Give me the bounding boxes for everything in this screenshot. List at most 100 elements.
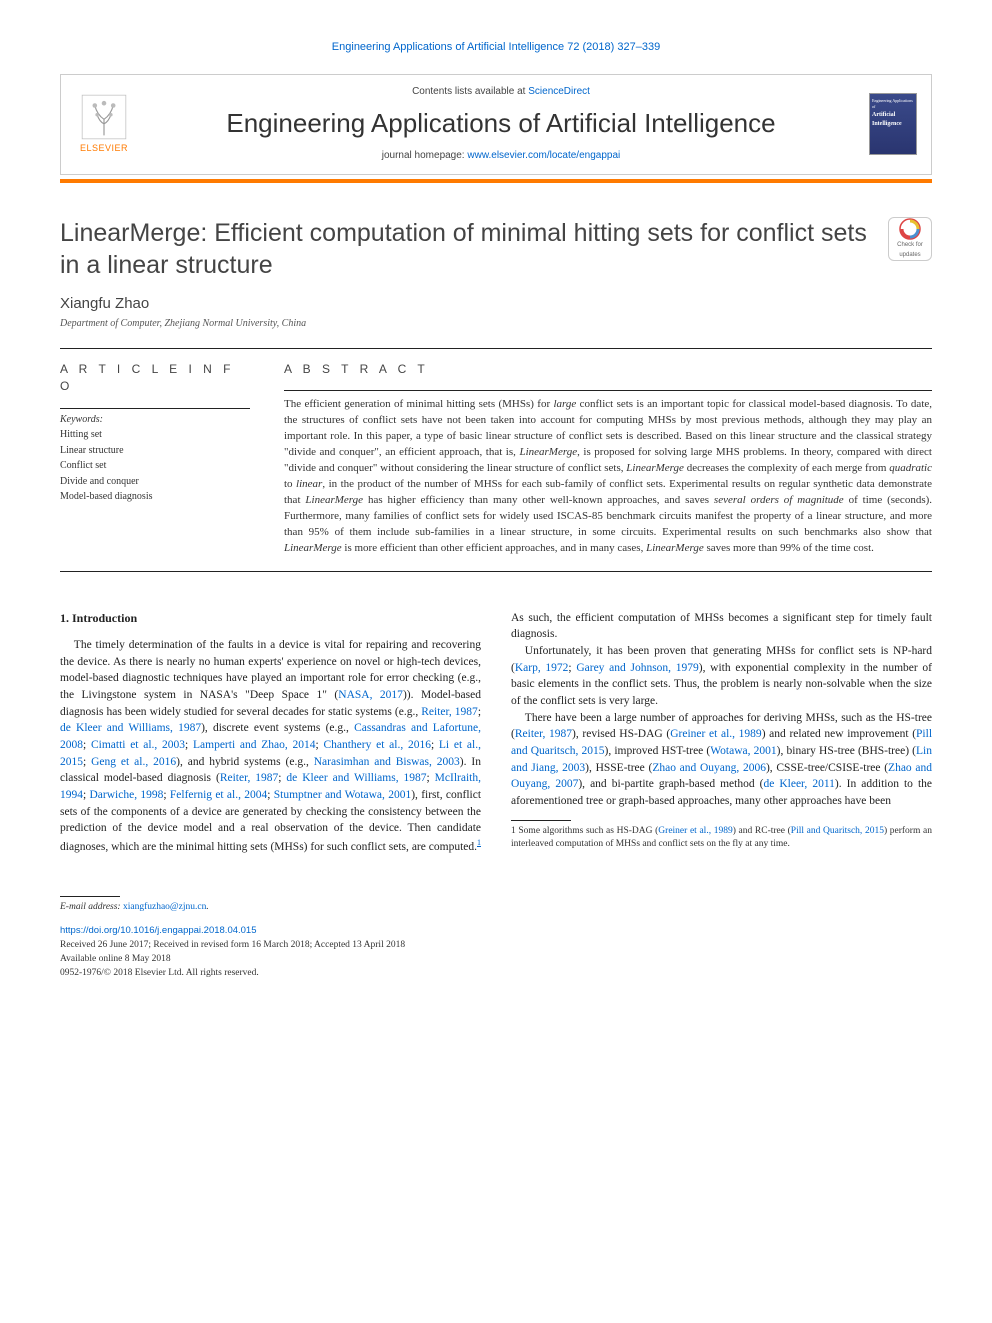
t: LinearMerge xyxy=(646,542,704,554)
journal-banner: ELSEVIER Contents lists available at Sci… xyxy=(60,74,932,175)
homepage-link[interactable]: www.elsevier.com/locate/engappai xyxy=(467,150,620,161)
citation-link[interactable]: Reiter, 1987 xyxy=(515,728,572,740)
abstract-text: The efficient generation of minimal hitt… xyxy=(284,390,932,556)
citation-link[interactable]: NASA, 2017 xyxy=(338,689,403,701)
t: ), revised HS-DAG ( xyxy=(572,728,670,740)
t: Some algorithms such as HS-DAG ( xyxy=(516,826,659,836)
keyword-item: Linear structure xyxy=(60,444,250,459)
t: ; xyxy=(83,756,91,768)
t: ), CSSE-tree/CSISE-tree ( xyxy=(766,762,888,774)
citation-link[interactable]: Greiner et al., 1989 xyxy=(658,826,732,836)
publisher-name: ELSEVIER xyxy=(80,142,128,155)
keywords-heading: Keywords: xyxy=(60,408,250,428)
banner-center: Contents lists available at ScienceDirec… xyxy=(147,85,855,164)
citation-link[interactable]: de Kleer and Williams, 1987 xyxy=(60,722,201,734)
journal-cover-thumb: Engineering Applications of Artificial I… xyxy=(869,93,917,155)
divider xyxy=(60,348,932,349)
badge-text-1: Check for xyxy=(897,241,923,250)
contents-label: Contents lists available at xyxy=(412,86,528,97)
t: ; xyxy=(431,739,439,751)
t: large xyxy=(553,398,576,410)
check-for-updates-badge[interactable]: Check for updates xyxy=(888,217,932,261)
citation-link[interactable]: Reiter, 1987 xyxy=(421,706,478,718)
citation-link[interactable]: Narasimhan and Biswas, 2003 xyxy=(314,756,460,768)
keywords-list: Hitting set Linear structure Conflict se… xyxy=(60,428,250,505)
citation-link[interactable]: Stumptner and Wotawa, 2001 xyxy=(274,789,411,801)
t: ; xyxy=(83,739,91,751)
section-heading: 1. Introduction xyxy=(60,610,481,627)
t: LinearMerge xyxy=(626,462,684,474)
email-line: E-mail address: xiangfuzhao@zjnu.cn. xyxy=(60,901,932,915)
footnote-text: 1 Some algorithms such as HS-DAG (Greine… xyxy=(511,825,932,853)
doi-link[interactable]: https://doi.org/10.1016/j.engappai.2018.… xyxy=(60,925,257,936)
sciencedirect-link[interactable]: ScienceDirect xyxy=(528,86,590,97)
t: ; xyxy=(478,706,481,718)
email-suffix: . xyxy=(206,902,208,912)
t: ), and bi-partite graph-based method ( xyxy=(578,778,763,790)
citation-link[interactable]: Wotawa, 2001 xyxy=(710,745,776,757)
t: LinearMerge xyxy=(519,446,577,458)
crossmark-icon xyxy=(899,218,921,240)
citation-link[interactable]: Reiter, 1987 xyxy=(220,772,278,784)
t: ) and RC-tree ( xyxy=(733,826,791,836)
citation-link[interactable]: Geng et al., 2016 xyxy=(91,756,176,768)
t: to xyxy=(284,478,296,490)
t: As such, the efficient computation of MH… xyxy=(511,612,932,641)
t: ) and related new improvement ( xyxy=(762,728,916,740)
running-header: Engineering Applications of Artificial I… xyxy=(60,40,932,56)
citation-link[interactable]: Zhao and Ouyang, 2006 xyxy=(652,762,766,774)
t: ), and hybrid systems (e.g., xyxy=(176,756,314,768)
citation-link[interactable]: Lamperti and Zhao, 2014 xyxy=(193,739,316,751)
orange-divider xyxy=(60,179,932,183)
citation-link[interactable]: de Kleer, 2011 xyxy=(763,778,834,790)
t: decreases the complexity of each merge f… xyxy=(684,462,889,474)
citation-link[interactable]: Garey and Johnson, 1979 xyxy=(576,662,698,674)
t: The efficient generation of minimal hitt… xyxy=(284,398,553,410)
citation-link[interactable]: Darwiche, 1998 xyxy=(90,789,164,801)
copyright-line: 0952-1976/© 2018 Elsevier Ltd. All right… xyxy=(60,967,932,981)
homepage-line: journal homepage: www.elsevier.com/locat… xyxy=(147,149,855,164)
t: ; xyxy=(427,772,435,784)
t: several orders of magnitude xyxy=(714,494,844,506)
journal-name: Engineering Applications of Artificial I… xyxy=(147,105,855,143)
footer-rule xyxy=(60,896,120,897)
publisher-logo: ELSEVIER xyxy=(75,92,133,156)
citation-link[interactable]: de Kleer and Williams, 1987 xyxy=(286,772,426,784)
t: quadratic xyxy=(889,462,932,474)
t: ), binary HS-tree (BHS-tree) ( xyxy=(777,745,916,757)
keyword-item: Divide and conquer xyxy=(60,475,250,490)
email-link[interactable]: xiangfuzhao@zjnu.cn xyxy=(123,902,206,912)
t: ; xyxy=(185,739,193,751)
t: LinearMerge xyxy=(284,542,342,554)
body-paragraph: There have been a large number of approa… xyxy=(511,710,932,810)
t: is more efficient than other efficient a… xyxy=(342,542,646,554)
footnote-marker[interactable]: 1 xyxy=(477,838,481,847)
keyword-item: Conflict set xyxy=(60,459,250,474)
footnote-rule xyxy=(511,820,571,821)
article-info-block: A R T I C L E I N F O Keywords: Hitting … xyxy=(60,361,250,557)
citation-link[interactable]: Greiner et al., 1989 xyxy=(670,728,761,740)
t: linear xyxy=(296,478,322,490)
badge-text-2: updates xyxy=(899,251,920,260)
citation-link[interactable]: Chanthery et al., 2016 xyxy=(323,739,431,751)
t: LinearMerge xyxy=(305,494,363,506)
abstract-label: A B S T R A C T xyxy=(284,361,932,378)
author-affiliation: Department of Computer, Zhejiang Normal … xyxy=(60,317,932,332)
email-label: E-mail address: xyxy=(60,902,123,912)
abstract-block: A B S T R A C T The efficient generation… xyxy=(284,361,932,557)
citation-link[interactable]: Karp, 1972 xyxy=(515,662,569,674)
author-name: Xiangfu Zhao xyxy=(60,293,932,315)
online-date: Available online 8 May 2018 xyxy=(60,953,932,967)
citation-link[interactable]: Felfernig et al., 2004 xyxy=(170,789,267,801)
article-history: Received 26 June 2017; Received in revis… xyxy=(60,939,932,953)
elsevier-tree-icon xyxy=(81,94,127,140)
citation-link[interactable]: Pill and Quaritsch, 2015 xyxy=(791,826,884,836)
cover-line-1: Engineering Applications of xyxy=(872,98,914,110)
t: ), discrete event systems (e.g., xyxy=(201,722,354,734)
homepage-label: journal homepage: xyxy=(382,150,468,161)
contents-line: Contents lists available at ScienceDirec… xyxy=(147,85,855,100)
citation-link[interactable]: Cimatti et al., 2003 xyxy=(91,739,185,751)
cover-line-2: Artificial Intelligence xyxy=(872,111,914,128)
divider xyxy=(60,571,932,572)
t: for such conflict sets, are computed. xyxy=(310,841,477,853)
